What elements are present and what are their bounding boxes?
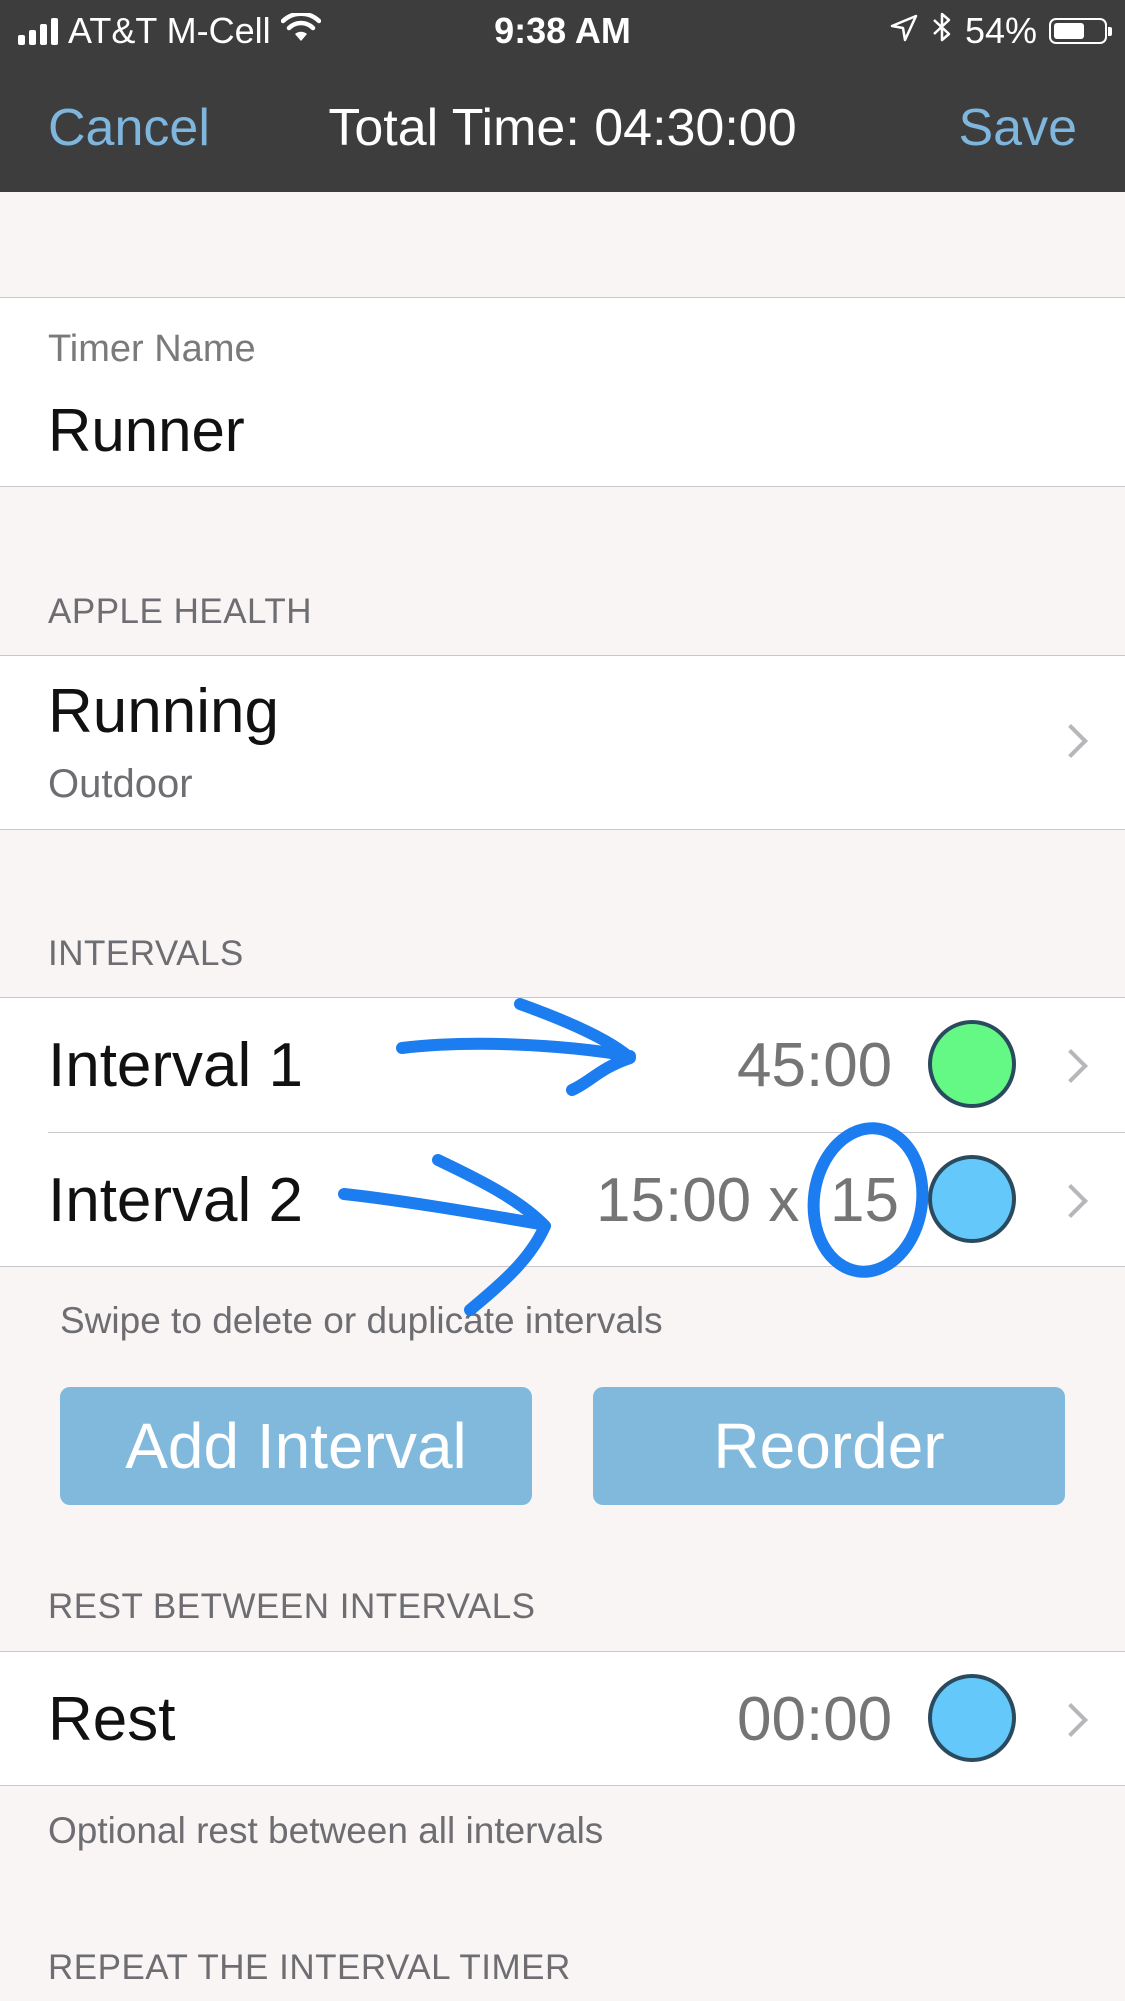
chevron-right-icon [1054,724,1088,758]
interval-name: Interval 1 [48,1031,304,1100]
interval-repeat-count: 15 [830,1166,899,1235]
rest-footer: Optional rest between all intervals [48,1810,604,1851]
add-interval-button[interactable]: Add Interval [60,1387,532,1505]
rest-label: Rest [48,1685,176,1754]
location-icon [889,10,919,52]
repeat-header: REPEAT THE INTERVAL TIMER [48,1948,571,1987]
intervals-footer: Swipe to delete or duplicate intervals [60,1300,663,1341]
bluetooth-icon [931,10,953,52]
interval-color-dot [928,1155,1016,1243]
timer-name-label: Timer Name [48,328,256,370]
page-title: Total Time: 04:30:00 [328,99,797,157]
battery-percent: 54% [964,10,1037,51]
intervals-list: Interval 1 45:00 Interval 2 15:00 x 15 [0,997,1125,1267]
nav-bar: Cancel Total Time: 04:30:00 Save [0,62,1125,192]
intervals-header: INTERVALS [48,934,244,973]
rest-duration: 00:00 [737,1685,893,1754]
interval-row[interactable]: Interval 1 45:00 [0,998,1125,1132]
chevron-right-icon [1054,1703,1088,1737]
battery-icon [1049,18,1112,44]
rest-cell[interactable]: Rest 00:00 [0,1651,1125,1786]
interval-name: Interval 2 [48,1166,304,1235]
timer-name-input[interactable]: Runner [48,396,245,465]
interval-color-dot [928,1020,1016,1108]
timer-name-cell[interactable]: Timer Name Runner [0,297,1125,487]
reorder-button[interactable]: Reorder [593,1387,1065,1505]
interval-row[interactable]: Interval 2 15:00 x 15 [0,1133,1125,1266]
interval-duration: 15:00 x [596,1166,800,1235]
chevron-right-icon [1054,1184,1088,1218]
interval-duration: 45:00 [737,1031,893,1100]
activity-type: Running [48,677,279,746]
apple-health-header: APPLE HEALTH [48,592,313,631]
status-bar: AT&T M-Cell 9:38 AM 54% [0,0,1125,62]
chevron-right-icon [1054,1049,1088,1083]
rest-header: REST BETWEEN INTERVALS [48,1587,536,1626]
activity-cell[interactable]: Running Outdoor [0,655,1125,830]
rest-color-dot [928,1674,1016,1762]
save-button[interactable]: Save [958,98,1077,158]
activity-location: Outdoor [48,762,193,806]
